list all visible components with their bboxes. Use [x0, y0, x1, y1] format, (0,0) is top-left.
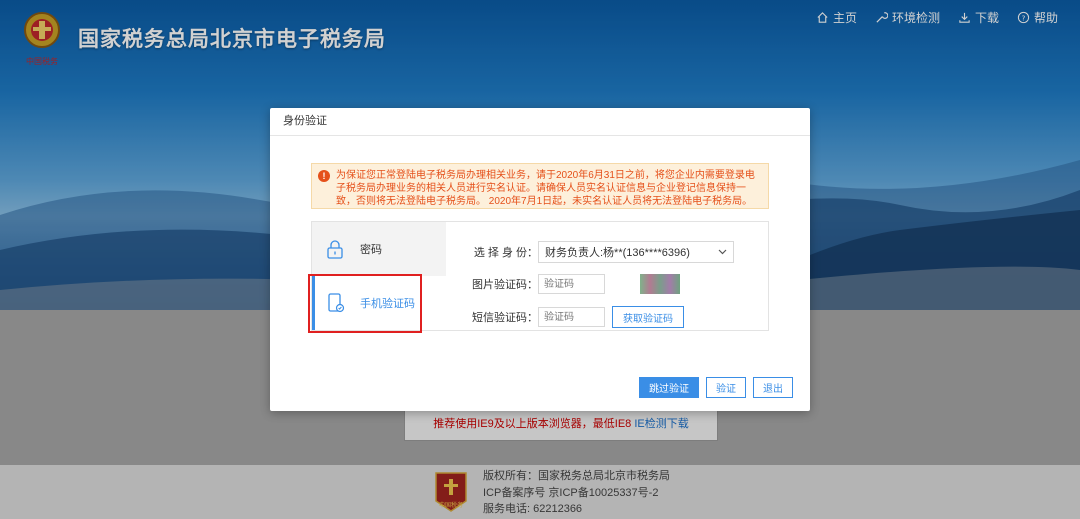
identity-label: 选 择 身 份：	[473, 247, 538, 259]
tab-sms-code[interactable]: 手机验证码	[312, 276, 446, 330]
tab-password[interactable]: 密码	[312, 222, 446, 276]
captcha-input[interactable]	[538, 274, 605, 294]
captcha-label: 图片验证码：	[472, 279, 538, 291]
identity-verification-dialog: 身份验证 ! 为保证您正常登陆电子税务局办理相关业务，请于2020年6月31日之…	[270, 108, 810, 411]
tab-sms-code-label: 手机验证码	[360, 298, 415, 310]
sms-label: 短信验证码：	[472, 312, 538, 324]
dialog-actions: 跳过验证 验证 退出	[639, 377, 793, 398]
warning-icon: !	[318, 170, 330, 182]
sms-verification-form: 选 择 身 份： 财务负责人:杨**(136****6396) 图片验证码： 短…	[446, 222, 768, 330]
mobile-icon	[328, 293, 345, 313]
identity-select[interactable]: 财务负责人:杨**(136****6396)	[538, 241, 734, 263]
verification-method-tabs: 密码 手机验证码	[312, 222, 446, 330]
exit-button[interactable]: 退出	[753, 377, 793, 398]
sms-row: 短信验证码： 获取验证码	[446, 306, 684, 328]
sms-code-input[interactable]	[538, 307, 605, 327]
captcha-image[interactable]	[640, 274, 680, 294]
verify-button[interactable]: 验证	[706, 377, 746, 398]
real-name-notice: ! 为保证您正常登陆电子税务局办理相关业务，请于2020年6月31日之前，将您企…	[311, 163, 769, 209]
tab-password-label: 密码	[360, 244, 382, 256]
lock-icon	[327, 240, 343, 259]
verification-panel: 密码 手机验证码 选 择 身 份： 财务负责人:杨**(136****6396)	[311, 221, 769, 331]
captcha-row: 图片验证码：	[446, 274, 680, 294]
identity-selected-value: 财务负责人:杨**(136****6396)	[545, 247, 690, 259]
dialog-title: 身份验证	[270, 108, 810, 136]
notice-text: 为保证您正常登陆电子税务局办理相关业务，请于2020年6月31日之前，将您企业内…	[336, 170, 755, 207]
chevron-down-icon	[718, 249, 727, 255]
skip-verification-button[interactable]: 跳过验证	[639, 377, 699, 398]
identity-row: 选 择 身 份： 财务负责人:杨**(136****6396)	[446, 241, 734, 263]
get-sms-code-button[interactable]: 获取验证码	[612, 306, 684, 328]
